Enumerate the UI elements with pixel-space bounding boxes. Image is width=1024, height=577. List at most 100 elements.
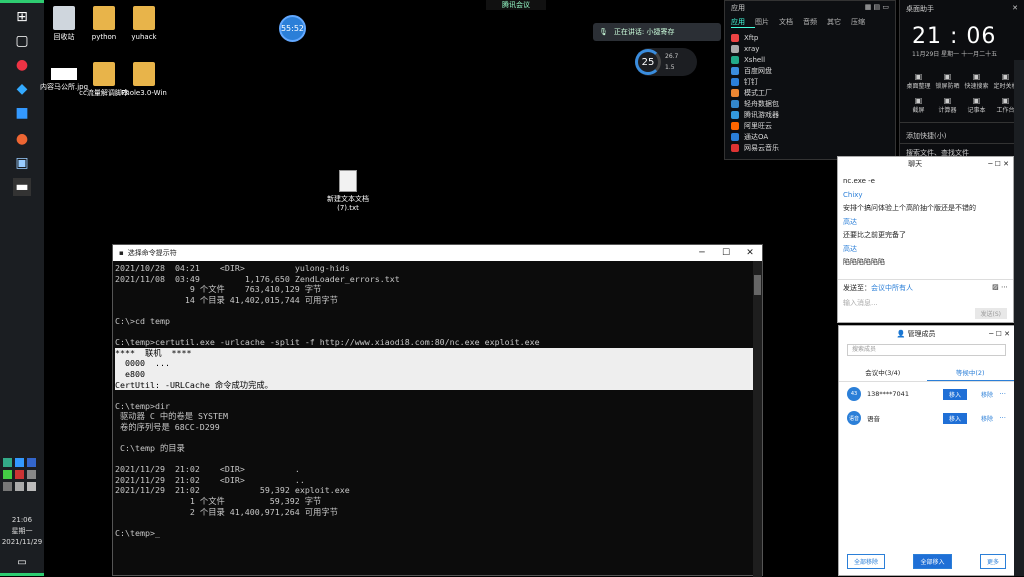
app-item[interactable]: 通达OA: [725, 131, 895, 142]
add-shortcut[interactable]: 添加快捷(小): [900, 122, 1024, 143]
app-item-label: 网易云音乐: [744, 143, 779, 152]
app-item-label: 通达OA: [744, 132, 769, 141]
app-item-label: xray: [744, 44, 760, 53]
apps-panel-title: 应用: [731, 4, 745, 12]
tab-in-meeting[interactable]: 会议中(3/4): [839, 364, 927, 381]
chat-message: 还要比之前更完备了: [843, 231, 906, 239]
app-icon[interactable]: ▣: [13, 154, 31, 172]
window-controls[interactable]: ─ ☐ ✕: [989, 330, 1010, 338]
scroll-thumb[interactable]: [754, 275, 761, 295]
tray-icon[interactable]: [27, 482, 36, 491]
panel-controls-icon[interactable]: ▦ ▤ ▭: [865, 3, 889, 11]
close-icon[interactable]: ✕: [1012, 4, 1018, 14]
cmd-window[interactable]: ▪ 选择命令提示符 ─ ☐ ✕ 2021/10/28 04:21 <DIR> y…: [112, 244, 763, 577]
network-gauge[interactable]: 25 26.7 1.5: [635, 48, 697, 76]
cmd-output-before: 2021/10/28 04:21 <DIR> yulong-hids 2021/…: [115, 263, 540, 348]
admit-button[interactable]: 移入: [943, 388, 968, 400]
app-item[interactable]: 钉钉: [725, 76, 895, 87]
cmd-scrollbar[interactable]: [753, 261, 762, 577]
chat-sender: 高达: [843, 217, 857, 226]
app-item[interactable]: 轻舟数据包: [725, 98, 895, 109]
app-icon[interactable]: ●: [13, 130, 31, 148]
taskbar-clock[interactable]: 21:06 星期一 2021/11/29: [0, 515, 44, 548]
folder-icon: [133, 62, 155, 86]
image-icon[interactable]: ▨ ⋯: [992, 283, 1008, 293]
tab-archive[interactable]: 压缩: [851, 17, 875, 28]
notification-icon[interactable]: ▭: [13, 554, 31, 572]
members-panel: 👤 管理成员 ─ ☐ ✕ 搜索成员 会议中(3/4) 等候中(2) 43 138*…: [838, 325, 1015, 576]
tray-icon[interactable]: [15, 458, 24, 467]
app-icon: [731, 99, 739, 108]
tab-waiting[interactable]: 等候中(2): [926, 364, 1014, 381]
close-button[interactable]: ✕: [738, 248, 762, 258]
meeting-status[interactable]: 腾讯会议: [486, 0, 546, 10]
assistant-shortcut[interactable]: 截屏: [904, 96, 933, 114]
app-icon[interactable]: ■: [13, 104, 31, 122]
app-icon: [731, 44, 739, 53]
admit-button[interactable]: 移入: [943, 412, 968, 424]
chrome-icon[interactable]: ●: [13, 56, 31, 74]
more-icon[interactable]: ···: [999, 390, 1006, 398]
app-icon[interactable]: ▢: [13, 32, 31, 50]
app-item[interactable]: Xftp: [725, 32, 895, 43]
app-item-label: Xftp: [744, 33, 759, 42]
app-item[interactable]: 腾讯游戏器: [725, 109, 895, 120]
assistant-shortcut[interactable]: 锁屏防晒: [933, 72, 962, 90]
clock-weekday: 星期一: [11, 527, 33, 535]
chat-sender: 高达: [843, 244, 857, 253]
meeting-timer-badge[interactable]: 55:52: [279, 15, 306, 42]
admit-all-button[interactable]: 全部移入: [913, 554, 952, 569]
assistant-shortcut[interactable]: 快速搜索: [962, 72, 991, 90]
cmd-titlebar[interactable]: ▪ 选择命令提示符 ─ ☐ ✕: [113, 245, 762, 261]
member-search-input[interactable]: 搜索成员: [847, 344, 1006, 356]
avatar: 43: [847, 387, 861, 401]
desktop-icon-yuhack[interactable]: yuhack: [115, 6, 173, 42]
app-icon: [731, 143, 739, 152]
cmd-output[interactable]: 2021/10/28 04:21 <DIR> yulong-hids 2021/…: [113, 261, 762, 538]
send-button[interactable]: 发送(S): [974, 308, 1007, 319]
app-item[interactable]: 阿里旺云: [725, 120, 895, 131]
assistant-shortcut[interactable]: 计算器: [933, 96, 962, 114]
tray-icon[interactable]: [3, 470, 12, 479]
app-item[interactable]: xray: [725, 43, 895, 54]
app-item[interactable]: 百度网盘: [725, 65, 895, 76]
app-icon: [731, 77, 739, 86]
tray-icon[interactable]: [15, 482, 24, 491]
app-icon[interactable]: ◆: [13, 80, 31, 98]
minimize-button[interactable]: ─: [690, 248, 714, 258]
cmd-icon[interactable]: ▬: [13, 178, 31, 196]
remove-all-button[interactable]: 全部移除: [847, 554, 886, 569]
desktop-icon-fhole[interactable]: Fhole3.0-Win: [115, 62, 173, 98]
tab-audio[interactable]: 音频: [803, 17, 827, 28]
remove-button[interactable]: 移除: [981, 390, 993, 399]
app-item[interactable]: 网易云音乐: [725, 142, 895, 153]
chat-recipient[interactable]: 发送至：会议中所有人 ▨ ⋯: [838, 279, 1013, 296]
app-item[interactable]: 模式工厂: [725, 87, 895, 98]
remove-button[interactable]: 移除: [981, 414, 993, 423]
app-item-label: 轻舟数据包: [744, 99, 779, 108]
start-icon[interactable]: ⊞: [13, 8, 31, 26]
tray-icon[interactable]: [3, 458, 12, 467]
app-item[interactable]: Xshell: [725, 54, 895, 65]
more-button[interactable]: 更多: [979, 554, 1006, 569]
cmd-icon: ▪: [119, 249, 124, 257]
tab-images[interactable]: 图片: [755, 17, 779, 28]
desktop-icon-label: yuhack: [131, 33, 157, 41]
window-controls[interactable]: ─ ☐ ✕: [988, 160, 1009, 168]
maximize-button[interactable]: ☐: [714, 248, 738, 258]
tab-other[interactable]: 其它: [827, 17, 851, 28]
send-to-value[interactable]: 会议中所有人: [871, 284, 913, 292]
tab-docs[interactable]: 文档: [779, 17, 803, 28]
right-edge-strip: [1014, 60, 1024, 576]
app-icon: [731, 132, 739, 141]
tray-icon[interactable]: [3, 482, 12, 491]
assistant-shortcut[interactable]: 记事本: [962, 96, 991, 114]
tab-apps[interactable]: 应用: [731, 17, 755, 28]
assistant-shortcut[interactable]: 桌面整理: [904, 72, 933, 90]
app-item-label: 百度网盘: [744, 66, 772, 75]
tray-icon[interactable]: [27, 470, 36, 479]
tray-icon[interactable]: [27, 458, 36, 467]
desktop-icon-txt[interactable]: 新建文本文档(7).txt: [319, 170, 377, 213]
tray-icon[interactable]: [15, 470, 24, 479]
more-icon[interactable]: ···: [999, 414, 1006, 422]
